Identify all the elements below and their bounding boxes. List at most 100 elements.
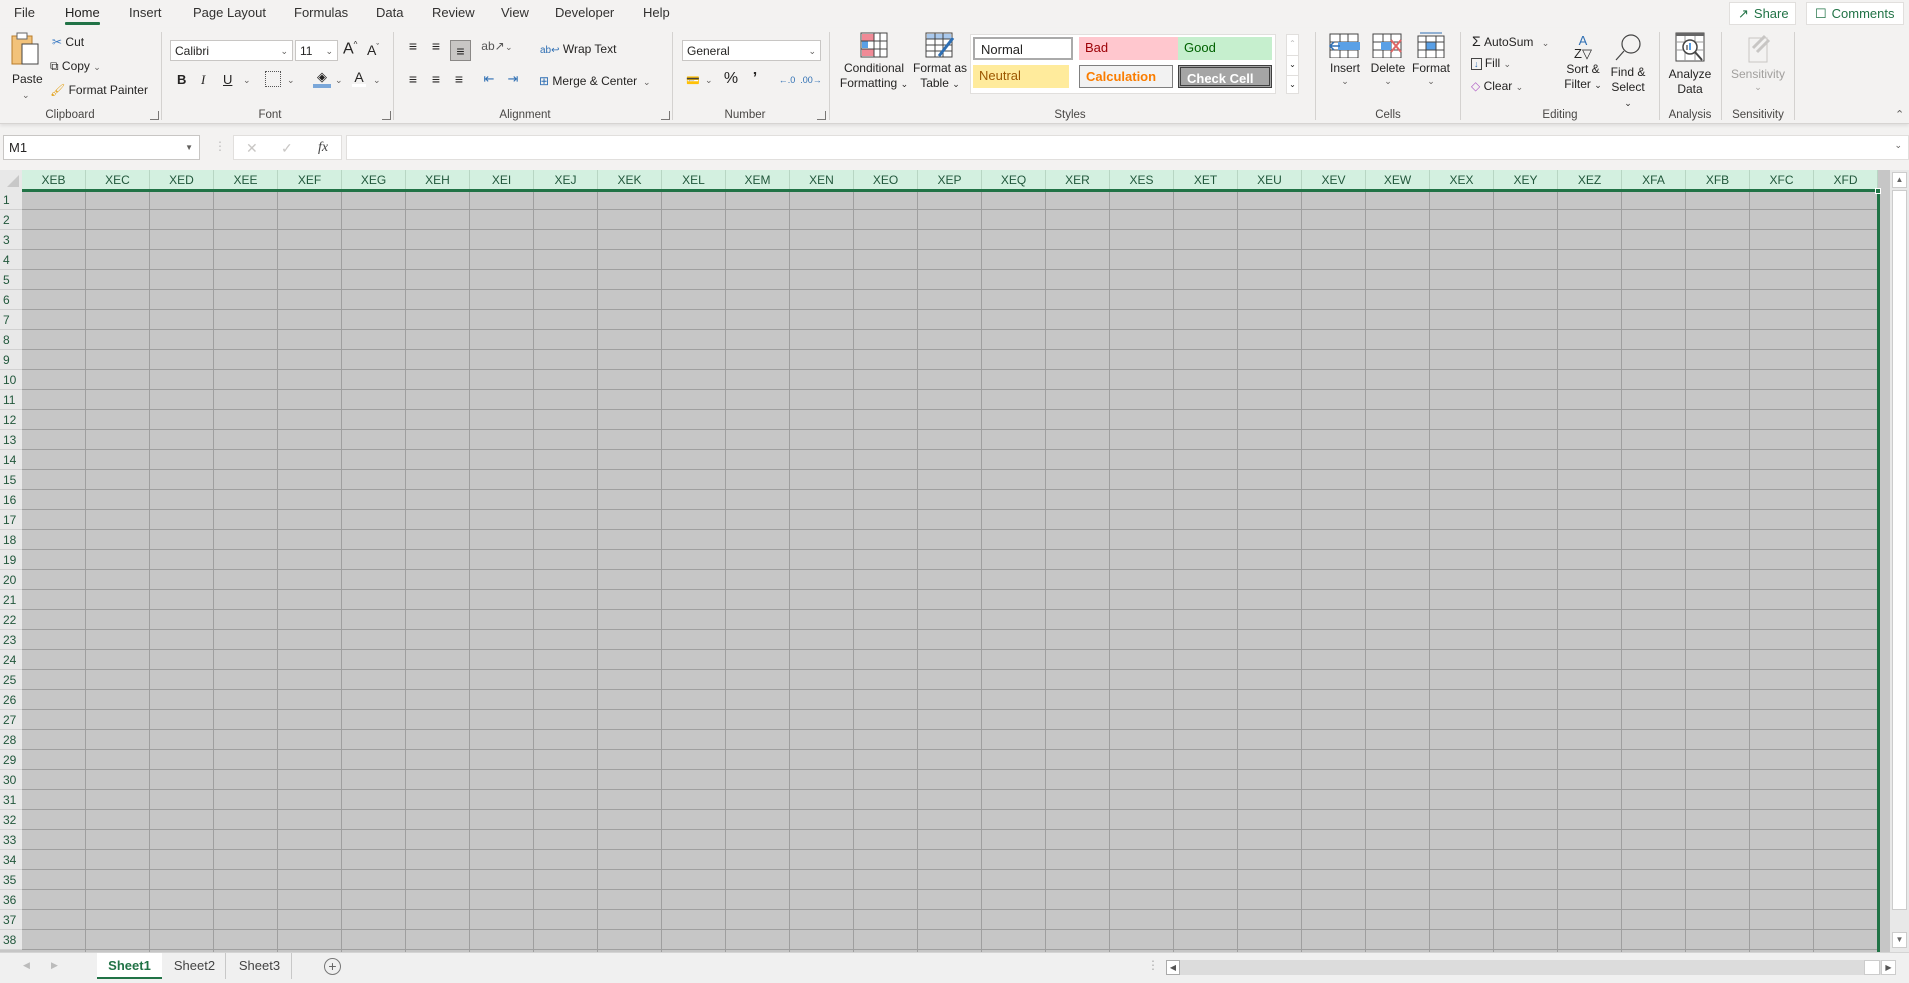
italic-button[interactable]: I xyxy=(201,72,205,88)
align-right-icon[interactable]: ≡ xyxy=(451,71,467,87)
insert-function-icon[interactable]: fx xyxy=(318,140,328,156)
tab-splitter[interactable]: ⋮ xyxy=(1147,958,1159,972)
enter-icon[interactable]: ✓ xyxy=(281,140,293,157)
scroll-sheets-right-icon[interactable]: ▶ xyxy=(51,960,58,971)
style-calculation[interactable]: Calculation xyxy=(1079,65,1173,88)
row-header-16[interactable]: 16 xyxy=(0,490,22,510)
font-name-select[interactable]: Calibri ⌄ xyxy=(170,40,293,61)
chevron-down-icon[interactable]: ⌄ xyxy=(287,75,295,86)
autosum-button[interactable]: Σ AutoSum ⌄ xyxy=(1472,33,1549,49)
name-box[interactable]: M1 ▼ xyxy=(3,135,200,160)
more-styles-icon[interactable]: ⌄ xyxy=(1287,75,1298,93)
row-header-34[interactable]: 34 xyxy=(0,850,22,870)
tab-help[interactable]: Help xyxy=(643,5,670,20)
style-normal[interactable]: Normal xyxy=(973,37,1073,60)
decrease-indent-icon[interactable]: ⇤ xyxy=(481,71,497,87)
column-header-xfc[interactable]: XFC xyxy=(1750,170,1814,190)
column-header-xfb[interactable]: XFB xyxy=(1686,170,1750,190)
format-cells-button[interactable]: Format ⌄ xyxy=(1409,32,1453,104)
sheet-tab-sheet1[interactable]: Sheet1 xyxy=(97,953,162,979)
align-top-icon[interactable]: ≡ xyxy=(405,38,421,54)
chevron-down-icon[interactable]: ⌄ xyxy=(505,42,513,53)
tab-review[interactable]: Review xyxy=(432,5,475,20)
row-header-26[interactable]: 26 xyxy=(0,690,22,710)
tab-data[interactable]: Data xyxy=(376,5,403,20)
row-header-21[interactable]: 21 xyxy=(0,590,22,610)
delete-cells-button[interactable]: Delete ⌄ xyxy=(1367,32,1409,104)
styles-gallery-scroll[interactable]: ⌃ ⌄ ⌄ xyxy=(1286,34,1299,94)
select-all-button[interactable] xyxy=(0,170,22,190)
column-header-xet[interactable]: XET xyxy=(1174,170,1238,190)
column-header-xel[interactable]: XEL xyxy=(662,170,726,190)
sensitivity-button[interactable]: Sensitivity ⌄ xyxy=(1726,32,1790,104)
row-header-2[interactable]: 2 xyxy=(0,210,22,230)
column-header-xey[interactable]: XEY xyxy=(1494,170,1558,190)
orientation-icon[interactable]: ab↗ xyxy=(481,38,504,54)
comma-style-icon[interactable]: ’ xyxy=(748,70,762,88)
row-header-22[interactable]: 22 xyxy=(0,610,22,630)
row-header-6[interactable]: 6 xyxy=(0,290,22,310)
row-header-20[interactable]: 20 xyxy=(0,570,22,590)
column-header-xfd[interactable]: XFD xyxy=(1814,170,1878,190)
scroll-up-button[interactable]: ▲ xyxy=(1892,172,1907,188)
sheet-tab-sheet2[interactable]: Sheet2 xyxy=(164,953,226,979)
bold-button[interactable]: B xyxy=(177,72,186,87)
row-header-3[interactable]: 3 xyxy=(0,230,22,250)
row-header-28[interactable]: 28 xyxy=(0,730,22,750)
scroll-right-button[interactable]: ▶ xyxy=(1881,960,1896,975)
column-header-xex[interactable]: XEX xyxy=(1430,170,1494,190)
row-header-31[interactable]: 31 xyxy=(0,790,22,810)
vertical-scroll-thumb[interactable] xyxy=(1892,190,1907,910)
chevron-down-icon[interactable]: ⌄ xyxy=(335,75,343,86)
style-bad[interactable]: Bad xyxy=(1079,37,1179,60)
style-good[interactable]: Good xyxy=(1178,37,1272,60)
column-header-xfa[interactable]: XFA xyxy=(1622,170,1686,190)
row-header-19[interactable]: 19 xyxy=(0,550,22,570)
align-left-icon[interactable]: ≡ xyxy=(405,71,421,87)
tab-developer[interactable]: Developer xyxy=(555,5,614,20)
row-header-37[interactable]: 37 xyxy=(0,910,22,930)
formula-input[interactable]: ⌄ xyxy=(346,135,1909,160)
tab-page-layout[interactable]: Page Layout xyxy=(193,5,266,20)
expand-formula-bar-icon[interactable]: ⌄ xyxy=(1894,140,1902,151)
column-header-xeh[interactable]: XEH xyxy=(406,170,470,190)
row-header-25[interactable]: 25 xyxy=(0,670,22,690)
number-launcher-icon[interactable] xyxy=(817,111,826,120)
tab-file[interactable]: File xyxy=(14,5,35,20)
row-header-12[interactable]: 12 xyxy=(0,410,22,430)
row-header-4[interactable]: 4 xyxy=(0,250,22,270)
copy-button[interactable]: ⧉ Copy ⌄ xyxy=(50,59,101,74)
row-header-32[interactable]: 32 xyxy=(0,810,22,830)
row-header-17[interactable]: 17 xyxy=(0,510,22,530)
worksheet-grid[interactable]: XEB XEC XED XEE XEF XEG XEH XEI XEJ XEK XEL XEM XEN X… xyxy=(0,170,1890,952)
underline-button[interactable]: U xyxy=(223,72,232,87)
analyze-data-button[interactable]: Analyze Data xyxy=(1665,32,1715,104)
column-header-xeg[interactable]: XEG xyxy=(342,170,406,190)
style-neutral[interactable]: Neutral xyxy=(973,65,1069,88)
column-header-xeu[interactable]: XEU xyxy=(1238,170,1302,190)
row-header-35[interactable]: 35 xyxy=(0,870,22,890)
column-header-xes[interactable]: XES xyxy=(1110,170,1174,190)
column-header-xer[interactable]: XER xyxy=(1046,170,1110,190)
row-header-13[interactable]: 13 xyxy=(0,430,22,450)
find-select-button[interactable]: Find & Select ⌄ xyxy=(1606,32,1650,108)
horizontal-scrollbar[interactable]: ◀ ▶ xyxy=(1166,960,1896,975)
style-check-cell[interactable]: Check Cell xyxy=(1178,65,1272,88)
row-header-36[interactable]: 36 xyxy=(0,890,22,910)
increase-decimal-icon[interactable]: ←.0 xyxy=(777,72,797,88)
conditional-formatting-button[interactable]: Conditional Formatting ⌄ xyxy=(838,32,910,104)
column-header-xei[interactable]: XEI xyxy=(470,170,534,190)
cancel-icon[interactable]: ✕ xyxy=(246,140,258,157)
column-header-xec[interactable]: XEC xyxy=(86,170,150,190)
borders-icon[interactable] xyxy=(265,71,281,87)
column-header-xef[interactable]: XEF xyxy=(278,170,342,190)
increase-font-size-button[interactable]: A^ xyxy=(343,40,357,58)
column-header-xen[interactable]: XEN xyxy=(790,170,854,190)
sheet-tab-sheet3[interactable]: Sheet3 xyxy=(228,953,292,979)
column-header-xew[interactable]: XEW xyxy=(1366,170,1430,190)
align-middle-icon[interactable]: ≡ xyxy=(428,38,444,54)
row-header-38[interactable]: 38 xyxy=(0,930,22,950)
column-header-xek[interactable]: XEK xyxy=(598,170,662,190)
merge-center-button[interactable]: ⊞ Merge & Center ⌄ xyxy=(539,74,651,88)
format-painter-button[interactable]: 🖌 Format Painter xyxy=(50,83,148,97)
